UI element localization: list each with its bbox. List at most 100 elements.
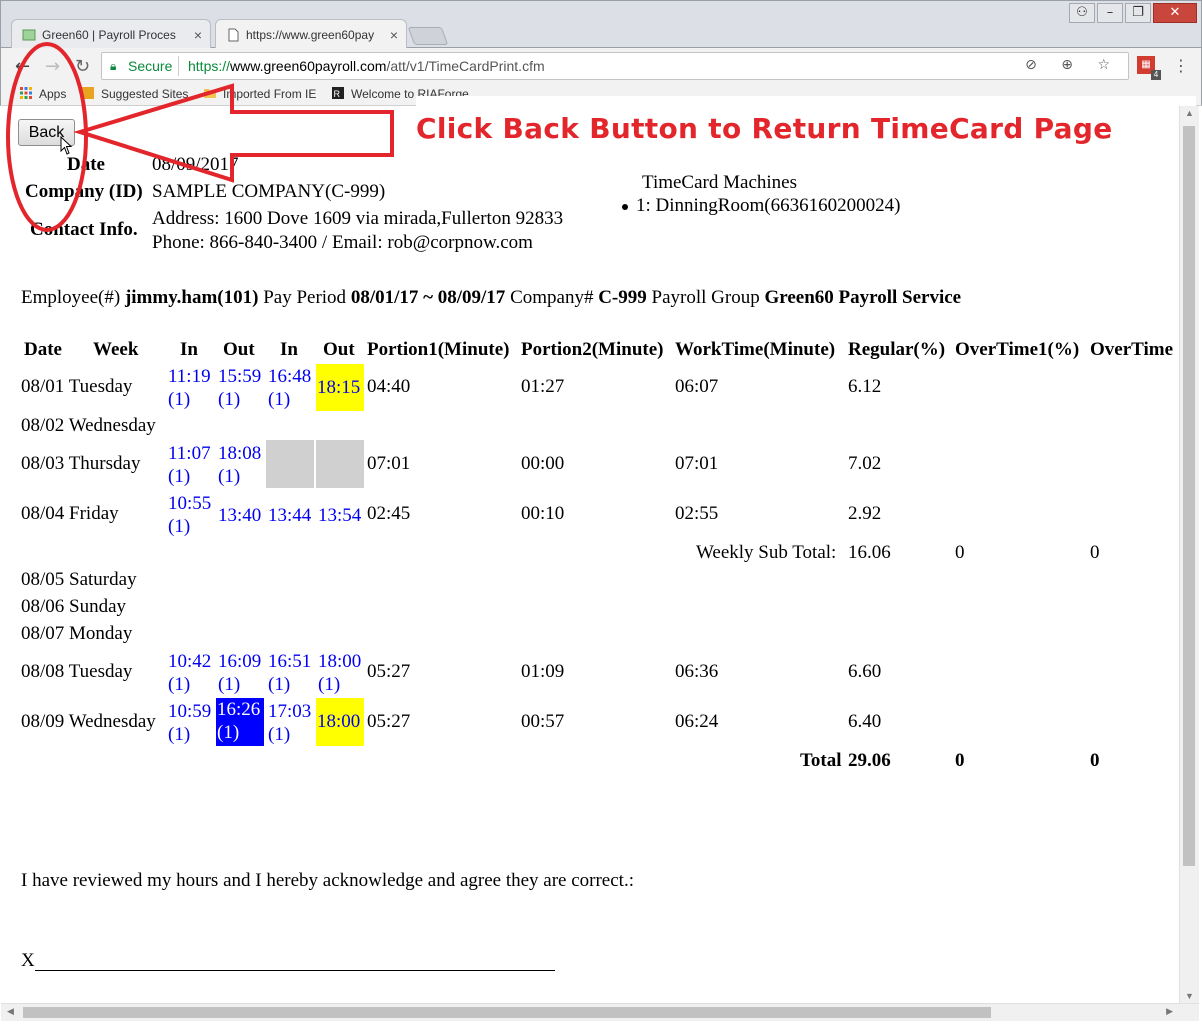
worktime-value: 06:07 — [675, 376, 719, 397]
regular-value: 6.12 — [848, 376, 882, 397]
svg-text:R: R — [334, 89, 341, 99]
punch-out[interactable]: 15:59 (1) — [217, 365, 265, 413]
punch-out[interactable]: 18:00 (1) — [317, 650, 365, 698]
contact-label: Contact Info. — [30, 219, 138, 240]
forward-nav-icon[interactable]: → — [45, 56, 60, 77]
total-overtime2: 0 — [1090, 750, 1100, 771]
new-tab-button[interactable] — [407, 27, 449, 45]
scroll-left-icon[interactable]: ◀ — [7, 1006, 14, 1017]
punch-in[interactable]: 13:44 — [267, 492, 315, 540]
address-bar[interactable]: 🔒︎ Secure https://www.green60payroll.com… — [101, 52, 1129, 80]
punch-out-selected[interactable]: 16:26 (1) — [216, 698, 264, 746]
subtotal-overtime2: 0 — [1090, 542, 1100, 563]
horizontal-scroll-thumb[interactable] — [23, 1007, 991, 1018]
portion2-value: 00:00 — [521, 453, 565, 474]
contact-phone-email: Phone: 866-840-3400 / Email: rob@corpnow… — [152, 232, 533, 253]
page-content: Back Date 08/09/2017 Company (ID) SAMPLE… — [1, 106, 1179, 1003]
employee-summary: Employee(#) jimmy.ham(101) Pay Period 08… — [21, 287, 962, 308]
company-label: Company (ID) — [25, 181, 143, 202]
punch-out[interactable]: 13:40 — [217, 492, 265, 540]
punch-out[interactable]: 18:08 (1) — [217, 442, 265, 490]
subtotal-regular: 16.06 — [848, 542, 891, 563]
bookmark-apps[interactable]: Apps — [19, 87, 66, 101]
header-portion2: Portion2(Minute) — [521, 339, 664, 360]
row-date: 08/03 Thursday — [21, 453, 141, 474]
punch-in[interactable]: 17:03 (1) — [267, 700, 315, 748]
portion2-value: 01:27 — [521, 376, 565, 397]
punch-out[interactable]: 16:09 (1) — [217, 650, 265, 698]
punch-out-highlighted[interactable]: 18:15 — [316, 364, 364, 411]
punch-out[interactable]: 13:54 — [317, 492, 365, 540]
contact-address: Address: 1600 Dove 1609 via mirada,Fulle… — [152, 208, 564, 229]
portion1-value: 05:27 — [367, 711, 411, 732]
tab-green60[interactable]: Green60 | Payroll Proces × — [11, 19, 211, 49]
punch-empty[interactable] — [266, 440, 314, 488]
bookmark-imported-from-ie[interactable]: Imported From IE — [203, 87, 316, 101]
bookmark-suggested-sites[interactable]: Suggested Sites — [81, 87, 188, 101]
regular-value: 6.40 — [848, 711, 882, 732]
punch-in[interactable]: 11:19 (1) — [167, 365, 215, 413]
portion1-value: 07:01 — [367, 453, 411, 474]
minimize-button[interactable]: – — [1097, 3, 1123, 23]
header-out: Out — [323, 339, 355, 360]
annotation-backdrop — [416, 96, 1196, 106]
page-icon — [228, 28, 239, 42]
punch-in[interactable]: 10:59 (1) — [167, 700, 215, 748]
portion1-value: 04:40 — [367, 376, 411, 397]
table-row: 08/02 Wednesday — [21, 415, 156, 436]
punch-in[interactable]: 10:55 (1) — [167, 492, 215, 540]
table-row: 08/07 Monday — [21, 623, 133, 644]
row-date: 08/08 Tuesday — [21, 661, 133, 682]
tab-label: https://www.green60pay — [246, 28, 375, 42]
close-window-button[interactable]: ✕ — [1153, 3, 1197, 23]
lock-icon: 🔒︎ — [110, 59, 117, 73]
worktime-value: 07:01 — [675, 453, 719, 474]
punch-in[interactable]: 11:07 (1) — [167, 442, 215, 490]
portion1-value: 02:45 — [367, 503, 411, 524]
omnibox-action-icons[interactable]: ⊘ ⊕ ☆ — [1025, 57, 1120, 73]
regular-value: 6.60 — [848, 661, 882, 682]
header-date: Date — [24, 339, 62, 360]
row-date: 08/01 Tuesday — [21, 376, 133, 397]
extension-icon[interactable]: ▦ 4 — [1137, 56, 1161, 80]
header-out: Out — [223, 339, 255, 360]
url-text[interactable]: https://www.green60payroll.com/att/v1/Ti… — [188, 58, 545, 74]
horizontal-scrollbar[interactable]: ◀ ▶ — [1, 1003, 1199, 1021]
user-profile-icon[interactable]: ⚇ — [1069, 3, 1095, 23]
scroll-down-icon[interactable]: ▼ — [1185, 991, 1194, 1001]
worktime-value: 06:24 — [675, 711, 719, 732]
punch-out-highlighted[interactable]: 18:00 — [316, 698, 364, 746]
close-tab-icon[interactable]: × — [194, 20, 202, 49]
browser-menu-icon[interactable]: ⋮ — [1173, 56, 1189, 75]
punch-in[interactable]: 16:48 (1) — [267, 365, 315, 413]
total-overtime1: 0 — [955, 750, 965, 771]
tab-label: Green60 | Payroll Proces — [42, 28, 176, 42]
omnibox-divider — [178, 56, 179, 76]
close-tab-icon[interactable]: × — [390, 20, 398, 49]
tab-timecard-print[interactable]: https://www.green60pay × — [215, 19, 407, 49]
reload-icon[interactable]: ↻ — [75, 56, 90, 77]
worktime-value: 02:55 — [675, 503, 719, 524]
header-week: Week — [93, 339, 139, 360]
subtotal-overtime1: 0 — [955, 542, 965, 563]
portion2-value: 01:09 — [521, 661, 565, 682]
regular-value: 2.92 — [848, 503, 882, 524]
punch-in[interactable]: 16:51 (1) — [267, 650, 315, 698]
punch-in[interactable]: 10:42 (1) — [167, 650, 215, 698]
header-overtime1: OverTime1(%) — [955, 339, 1080, 360]
maximize-button[interactable]: ❐ — [1125, 3, 1151, 23]
scroll-up-icon[interactable]: ▲ — [1185, 108, 1194, 118]
header-worktime: WorkTime(Minute) — [675, 339, 836, 360]
suggested-sites-icon — [82, 87, 94, 99]
back-nav-icon[interactable]: ← — [15, 56, 30, 77]
browser-toolbar: ← → ↻ 🔒︎ Secure https://www.green60payro… — [0, 48, 1202, 84]
scroll-right-icon[interactable]: ▶ — [1166, 1006, 1173, 1017]
vertical-scrollbar[interactable]: ▲ ▼ — [1179, 106, 1199, 1003]
browser-titlebar: Green60 | Payroll Proces × https://www.g… — [0, 0, 1202, 49]
row-date: 08/09 Wednesday — [21, 711, 156, 732]
vertical-scroll-thumb[interactable] — [1183, 126, 1195, 866]
header-in: In — [180, 339, 198, 360]
riaforge-icon: R — [332, 87, 344, 99]
punch-empty[interactable] — [316, 440, 364, 488]
annotation-instruction: Click Back Button to Return TimeCard Pag… — [416, 112, 1113, 145]
